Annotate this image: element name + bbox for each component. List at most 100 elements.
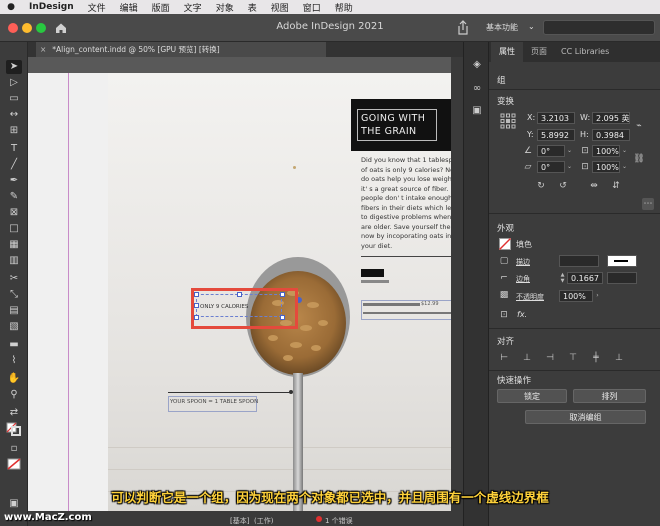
- links-icon[interactable]: ∞: [470, 82, 484, 96]
- selection-handle[interactable]: [194, 303, 199, 308]
- pen-tool-icon[interactable]: ✒: [6, 174, 22, 188]
- gradient-feather-tool-icon[interactable]: ▧: [6, 320, 22, 334]
- lock-button[interactable]: 锁定: [497, 389, 567, 403]
- selection-tool-icon[interactable]: ➤: [6, 60, 22, 74]
- preflight-errors[interactable]: 1 个错误: [325, 516, 353, 526]
- selection-handle[interactable]: [280, 292, 285, 297]
- swap-fill-stroke-icon[interactable]: ⇄: [6, 406, 22, 420]
- rotate-ccw-icon[interactable]: ↺: [557, 180, 569, 192]
- type-tool-icon[interactable]: T: [6, 142, 22, 156]
- more-options-icon[interactable]: ⋯: [642, 198, 654, 210]
- formatting-affects-container-icon[interactable]: ▫: [6, 442, 22, 456]
- direct-selection-tool-icon[interactable]: ▷: [6, 76, 22, 90]
- menu-view[interactable]: 视图: [264, 1, 296, 14]
- menu-layout[interactable]: 版面: [145, 1, 177, 14]
- chevron-down-icon[interactable]: ⌄: [620, 145, 629, 157]
- selection-handle[interactable]: [280, 315, 285, 320]
- constrain-proportions-icon[interactable]: ⌁: [633, 120, 645, 132]
- rectangle-tool-icon[interactable]: □: [6, 222, 22, 236]
- table-icon[interactable]: ▦: [6, 238, 22, 252]
- note-tool-icon[interactable]: ▬: [6, 338, 22, 352]
- stroke-weight-field[interactable]: [559, 255, 599, 267]
- menu-object[interactable]: 对象: [209, 1, 241, 14]
- fill-stroke-swatch-icon[interactable]: [6, 422, 22, 436]
- vertical-scrollbar[interactable]: [451, 57, 463, 517]
- flip-horizontal-icon[interactable]: ⇹: [588, 180, 600, 192]
- share-icon[interactable]: [456, 20, 470, 36]
- align-top-edges-icon[interactable]: ⊤: [567, 352, 579, 364]
- chevron-down-icon[interactable]: ⌄: [565, 161, 574, 173]
- rotate-cw-icon[interactable]: ↻: [535, 180, 547, 192]
- menu-edit[interactable]: 编辑: [113, 1, 145, 14]
- tab-properties[interactable]: 属性: [491, 42, 523, 62]
- calorie-label[interactable]: ONLY 9 CALORIES: [200, 304, 248, 310]
- x-position-field[interactable]: 3.2103: [537, 112, 575, 124]
- page-heading[interactable]: GOING WITH THE GRAIN: [357, 109, 437, 141]
- hand-tool-icon[interactable]: ✋: [6, 372, 22, 386]
- page-tool-icon[interactable]: ▭: [6, 92, 22, 106]
- eyedropper-tool-icon[interactable]: ⌇: [6, 354, 22, 368]
- document-tab[interactable]: × *Align_content.indd @ 50% [GPU 预览] [转换]: [36, 42, 326, 57]
- style-indicator[interactable]: [基本]: [230, 516, 249, 526]
- stroke-label[interactable]: 描边: [516, 257, 530, 267]
- layers-icon[interactable]: ◈: [470, 58, 484, 72]
- height-field[interactable]: 0.3984: [592, 129, 630, 141]
- free-transform-tool-icon[interactable]: ⤡: [6, 288, 22, 302]
- selection-handle[interactable]: [194, 292, 199, 297]
- stroke-icon[interactable]: ▣: [470, 104, 484, 118]
- menu-window[interactable]: 窗口: [296, 1, 328, 14]
- reference-point-icon[interactable]: [500, 113, 516, 129]
- align-horizontal-centers-icon[interactable]: ⊥: [521, 352, 533, 364]
- corner-label[interactable]: 边角: [516, 274, 530, 284]
- scale-y-field[interactable]: 100%: [592, 161, 620, 173]
- apply-none-icon[interactable]: [6, 458, 22, 472]
- menu-file[interactable]: 文件: [81, 1, 113, 14]
- gradient-swatch-tool-icon[interactable]: ▤: [6, 304, 22, 318]
- ungroup-button[interactable]: 取消编组: [525, 410, 646, 424]
- rectangle-frame-tool-icon[interactable]: ⊠: [6, 206, 22, 220]
- close-tab-icon[interactable]: ×: [40, 45, 46, 54]
- gap-tool-icon[interactable]: ↔: [6, 108, 22, 122]
- stroke-type-select[interactable]: [607, 255, 637, 267]
- tab-pages[interactable]: 页面: [531, 42, 547, 62]
- chevron-down-icon[interactable]: ⌄: [620, 161, 629, 173]
- scale-x-field[interactable]: 100%: [592, 145, 620, 157]
- rotation-field[interactable]: 0°: [537, 145, 565, 157]
- chevron-right-icon[interactable]: ›: [593, 290, 602, 302]
- menu-app-name[interactable]: InDesign: [22, 2, 81, 12]
- tab-cc-libraries[interactable]: CC Libraries: [561, 42, 609, 62]
- link-scale-icon[interactable]: ⛓: [633, 153, 645, 165]
- line-tool-icon[interactable]: ╱: [6, 158, 22, 172]
- fill-none-icon[interactable]: [499, 238, 511, 250]
- content-collector-icon[interactable]: ⊞: [6, 124, 22, 138]
- search-input[interactable]: [543, 20, 655, 35]
- apple-icon[interactable]: ●: [0, 2, 22, 12]
- shear-field[interactable]: 0°: [537, 161, 565, 173]
- opacity-label[interactable]: 不透明度: [516, 292, 544, 302]
- workspace-switcher[interactable]: 基本功能: [486, 22, 518, 33]
- corner-shape-select[interactable]: [607, 272, 637, 284]
- spoon-caption[interactable]: YOUR SPOON = 1 TABLE SPOON: [170, 399, 258, 405]
- align-right-edges-icon[interactable]: ⊣: [544, 352, 556, 364]
- scissors-tool-icon[interactable]: ✂: [6, 272, 22, 286]
- menu-table[interactable]: 表: [241, 1, 264, 14]
- flip-vertical-icon[interactable]: ⇵: [610, 180, 622, 192]
- corner-icon[interactable]: ⌐: [498, 272, 510, 284]
- opacity-field[interactable]: 100%: [559, 290, 593, 302]
- black-label-bar[interactable]: [361, 269, 384, 277]
- zoom-tool-icon[interactable]: ⚲: [6, 388, 22, 402]
- grid-icon[interactable]: ▥: [6, 254, 22, 268]
- corner-stepper[interactable]: ▲ ▼: [559, 272, 566, 284]
- stroke-swatch-icon[interactable]: ▢: [498, 255, 510, 267]
- pencil-tool-icon[interactable]: ✎: [6, 190, 22, 204]
- document-canvas[interactable]: GOING WITH THE GRAIN Did you know that 1…: [28, 57, 463, 517]
- menu-type[interactable]: 文字: [177, 1, 209, 14]
- corner-radius-field[interactable]: 0.1667: [567, 272, 603, 284]
- chevron-down-icon[interactable]: ⌄: [528, 22, 535, 31]
- menu-help[interactable]: 帮助: [328, 1, 360, 14]
- selection-handle[interactable]: [194, 315, 199, 320]
- width-field[interactable]: 2.095 英: [592, 112, 630, 124]
- body-text-frame[interactable]: Did you know that 1 tablespoon of oats i…: [361, 156, 453, 251]
- align-vertical-centers-icon[interactable]: ╪: [590, 352, 602, 364]
- align-left-edges-icon[interactable]: ⊢: [498, 352, 510, 364]
